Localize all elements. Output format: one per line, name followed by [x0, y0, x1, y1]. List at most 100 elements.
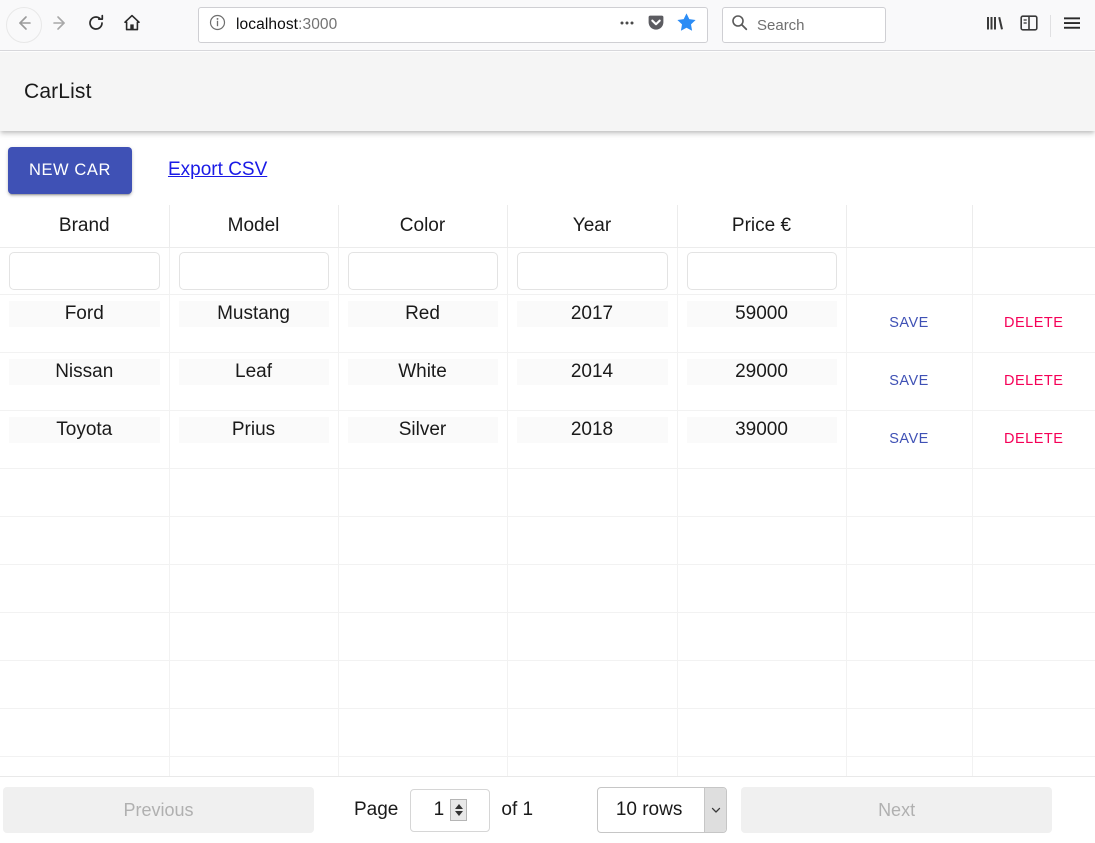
- empty-cell: [338, 708, 508, 757]
- empty-cell: [0, 468, 170, 517]
- save-button[interactable]: SAVE: [881, 309, 937, 337]
- empty-cell: [169, 516, 339, 565]
- cell-value-price[interactable]: 29000: [686, 358, 837, 385]
- cell-value-color[interactable]: Red: [347, 300, 498, 327]
- cell-value-year[interactable]: 2014: [516, 358, 668, 385]
- spinner-down-icon[interactable]: [454, 811, 463, 816]
- column-header-year[interactable]: Year: [507, 205, 678, 248]
- table-row: Nissan Leaf White 2014 29000 SAVE DELETE: [0, 352, 1095, 411]
- save-button[interactable]: SAVE: [881, 367, 937, 395]
- empty-table-row: [0, 564, 1095, 613]
- empty-cell: [338, 660, 508, 709]
- navigation-buttons: [0, 7, 150, 43]
- empty-cell: [846, 564, 973, 613]
- filter-input-model[interactable]: [178, 251, 329, 290]
- next-page-button[interactable]: Next: [741, 787, 1053, 833]
- rows-per-page-value: 10 rows: [615, 799, 683, 820]
- back-button[interactable]: [6, 7, 42, 43]
- cell-value-price[interactable]: 39000: [686, 416, 837, 443]
- cell-price: 29000: [677, 352, 847, 411]
- empty-cell: [677, 612, 847, 661]
- pagination-bar: Previous Page 1 of 1 10 rows Next: [0, 776, 1095, 843]
- url-port: :3000: [298, 16, 338, 33]
- header-row: Brand Model Color Year Price €: [0, 205, 1095, 248]
- export-csv-link[interactable]: Export CSV: [168, 159, 267, 181]
- cell-brand: Toyota: [0, 410, 170, 469]
- empty-cell: [846, 708, 973, 757]
- cell-value-model[interactable]: Mustang: [178, 300, 329, 327]
- reload-button[interactable]: [78, 7, 114, 43]
- rows-per-page-select[interactable]: 10 rows: [597, 787, 728, 833]
- save-button[interactable]: SAVE: [881, 425, 937, 453]
- filter-cell-model: [169, 247, 339, 295]
- browser-search-bar[interactable]: Search: [722, 7, 886, 43]
- filter-cell-year: [507, 247, 678, 295]
- column-header-model[interactable]: Model: [169, 205, 339, 248]
- filter-input-brand[interactable]: [9, 251, 160, 290]
- column-header-price[interactable]: Price €: [677, 205, 847, 248]
- reload-icon: [86, 13, 106, 38]
- cell-brand: Nissan: [0, 352, 170, 411]
- cell-save: SAVE: [846, 410, 973, 469]
- cell-color: Red: [338, 294, 508, 353]
- info-circle-icon[interactable]: [209, 14, 226, 36]
- previous-page-button[interactable]: Previous: [3, 787, 314, 833]
- cell-year: 2017: [507, 294, 678, 353]
- empty-cell: [338, 756, 508, 776]
- cell-value-brand[interactable]: Toyota: [9, 416, 160, 443]
- filter-row: [0, 247, 1095, 295]
- browser-toolbar: localhost:3000 Search: [0, 0, 1095, 51]
- cell-value-brand[interactable]: Ford: [9, 300, 160, 327]
- page-total-label: of 1: [501, 799, 534, 820]
- empty-cell: [0, 516, 170, 565]
- delete-button[interactable]: DELETE: [996, 425, 1071, 453]
- empty-cell: [677, 708, 847, 757]
- cell-value-model[interactable]: Leaf: [178, 358, 329, 385]
- cell-model: Mustang: [169, 294, 339, 353]
- cell-value-price[interactable]: 59000: [686, 300, 837, 327]
- app-bar: CarList: [0, 52, 1095, 131]
- filter-input-year[interactable]: [516, 251, 668, 290]
- filter-cell-price: [677, 247, 847, 295]
- url-host: localhost: [236, 16, 299, 33]
- cell-value-model[interactable]: Prius: [178, 416, 329, 443]
- cell-delete: DELETE: [972, 410, 1095, 469]
- empty-cell: [972, 756, 1095, 776]
- number-spinner-icon[interactable]: [450, 799, 468, 821]
- menu-button[interactable]: [1055, 9, 1089, 43]
- filter-cell-brand: [0, 247, 170, 295]
- spinner-up-icon[interactable]: [454, 804, 463, 809]
- filter-input-color[interactable]: [347, 251, 498, 290]
- column-header-color[interactable]: Color: [338, 205, 508, 248]
- star-icon[interactable]: [676, 12, 697, 38]
- chevron-down-icon[interactable]: [704, 788, 727, 832]
- toolbar-divider: [1050, 14, 1051, 37]
- empty-table-row: [0, 516, 1095, 565]
- delete-button[interactable]: DELETE: [996, 309, 1071, 337]
- address-bar[interactable]: localhost:3000: [198, 7, 708, 43]
- ellipsis-icon[interactable]: [618, 14, 636, 37]
- filter-input-price[interactable]: [686, 251, 837, 290]
- cell-color: Silver: [338, 410, 508, 469]
- cell-value-year[interactable]: 2017: [516, 300, 668, 327]
- home-button[interactable]: [114, 7, 150, 43]
- empty-cell: [338, 468, 508, 517]
- cell-value-year[interactable]: 2018: [516, 416, 668, 443]
- delete-button[interactable]: DELETE: [996, 367, 1071, 395]
- page-number-input[interactable]: 1: [410, 788, 491, 832]
- cell-value-color[interactable]: Silver: [347, 416, 498, 443]
- cell-value-color[interactable]: White: [347, 358, 498, 385]
- empty-cell: [846, 516, 973, 565]
- empty-table-row: [0, 660, 1095, 709]
- library-button[interactable]: [978, 9, 1012, 43]
- new-car-button[interactable]: NEW CAR: [8, 146, 132, 194]
- search-icon: [731, 14, 748, 36]
- column-header-brand[interactable]: Brand: [0, 205, 170, 248]
- cell-value-brand[interactable]: Nissan: [9, 358, 160, 385]
- empty-cell: [677, 660, 847, 709]
- pocket-icon[interactable]: [646, 13, 666, 38]
- sidebar-toggle-button[interactable]: [1012, 9, 1046, 43]
- page-number-group: Page 1 of 1: [354, 788, 534, 832]
- forward-button[interactable]: [42, 7, 78, 43]
- cell-save: SAVE: [846, 294, 973, 353]
